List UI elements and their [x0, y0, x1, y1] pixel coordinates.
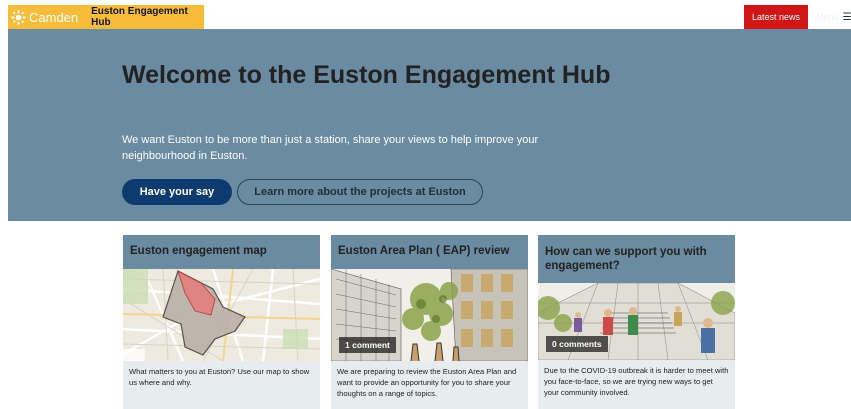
- have-your-say-button[interactable]: Have your say: [122, 179, 232, 205]
- card-title[interactable]: Euston engagement map: [123, 235, 320, 269]
- page-title: Welcome to the Euston Engagement Hub: [122, 61, 611, 89]
- card-eap-review[interactable]: Euston Area Plan ( EAP) review 1 comment…: [331, 235, 528, 409]
- hero-banner: Welcome to the Euston Engagement Hub We …: [8, 29, 851, 221]
- comment-count-badge[interactable]: 0 comments: [546, 336, 608, 352]
- camden-logo-icon: [11, 9, 26, 25]
- comment-count-badge[interactable]: 1 comment: [339, 337, 396, 353]
- menu-button[interactable]: Menu ☰: [816, 5, 851, 29]
- card-title[interactable]: How can we support you with engagement?: [538, 235, 735, 283]
- camden-logo[interactable]: Camden: [8, 5, 78, 29]
- menu-label: Menu: [816, 12, 839, 22]
- card-description: We are preparing to review the Euston Ar…: [337, 367, 517, 398]
- logo-text: Camden: [29, 9, 79, 25]
- map-thumbnail[interactable]: [123, 269, 320, 361]
- hamburger-icon: ☰: [842, 11, 851, 23]
- card-engagement-map[interactable]: Euston engagement map What matters to yo…: [123, 235, 320, 409]
- card-title[interactable]: Euston Area Plan ( EAP) review: [331, 235, 528, 269]
- latest-news-button[interactable]: Latest news: [744, 5, 808, 29]
- street-sketch-thumbnail[interactable]: 1 comment: [331, 269, 528, 361]
- hero-subtitle: We want Euston to be more than just a st…: [122, 134, 539, 162]
- card-description: What matters to you at Euston? Use our m…: [129, 367, 310, 387]
- hub-name[interactable]: Euston Engagement Hub: [91, 6, 204, 28]
- station-sketch-thumbnail[interactable]: 0 comments: [538, 283, 735, 360]
- learn-more-button[interactable]: Learn more about the projects at Euston: [237, 179, 483, 205]
- top-bar: Camden Euston Engagement Hub Latest news…: [8, 5, 851, 29]
- card-description: Due to the COVID-19 outbreak it is harde…: [544, 366, 729, 397]
- card-support-engagement[interactable]: How can we support you with engagement?: [538, 235, 735, 409]
- brand-bar: Camden Euston Engagement Hub: [8, 5, 204, 29]
- map-image: [123, 269, 320, 361]
